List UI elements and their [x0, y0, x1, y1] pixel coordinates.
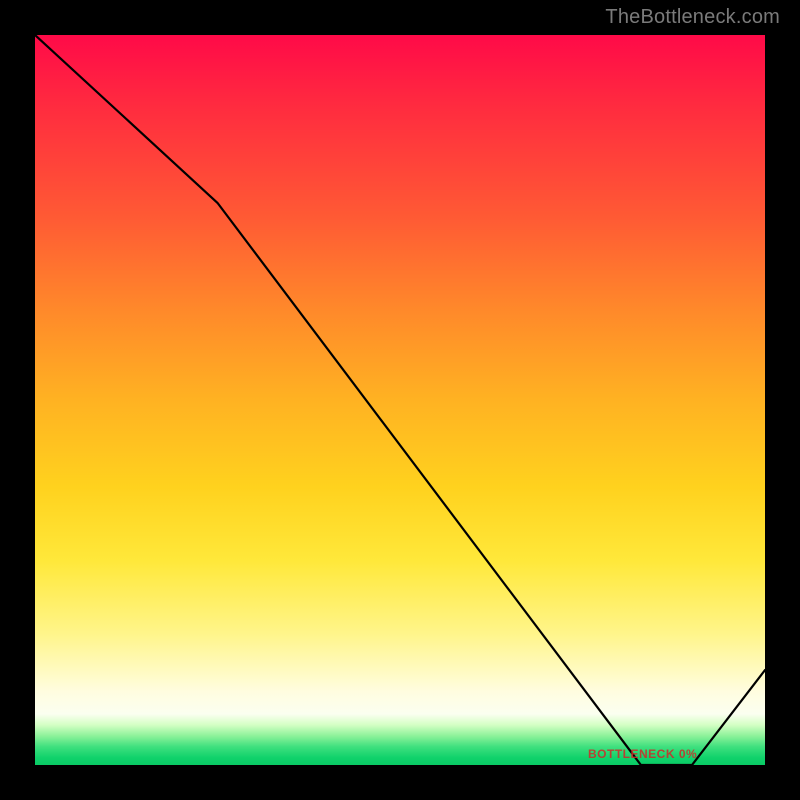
chart-container: TheBottleneck.com BOTTLENECK 0%: [0, 0, 800, 800]
attribution-label: TheBottleneck.com: [605, 6, 780, 29]
bottleneck-curve: [35, 35, 765, 765]
plot-area: BOTTLENECK 0%: [35, 35, 765, 765]
curve-path: [35, 35, 765, 765]
